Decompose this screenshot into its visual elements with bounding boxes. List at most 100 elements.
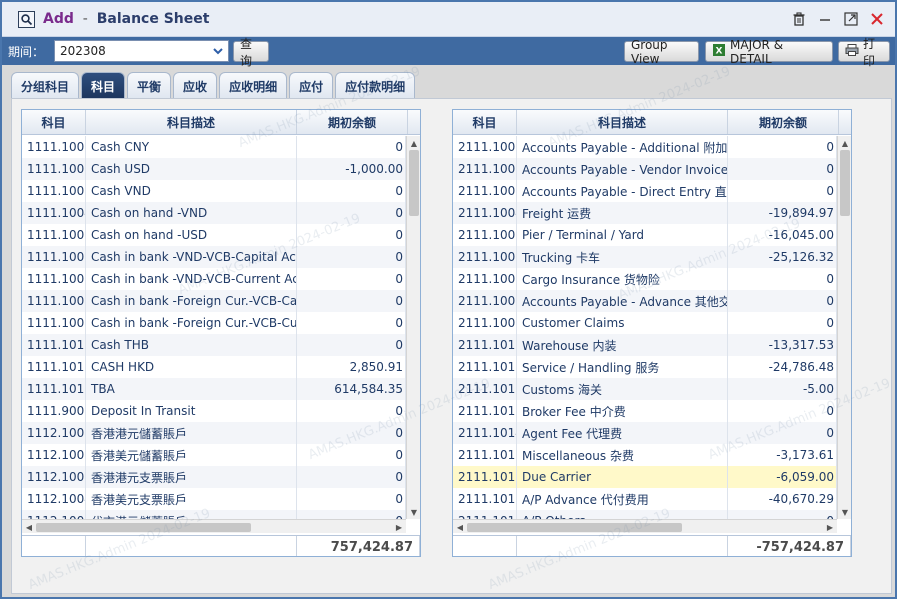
table-row[interactable]: 2111.1004 Freight 运费 -19,894.97 xyxy=(453,202,837,224)
trash-icon[interactable] xyxy=(791,11,807,27)
table-row[interactable]: 1111.1010 Cash THB 0 xyxy=(22,334,406,356)
grid-header: 科目 科目描述 期初余额 xyxy=(453,110,851,135)
table-row[interactable]: 2111.1008 Accounts Payable - Advance 其他交易… xyxy=(453,290,837,312)
scroll-thumb[interactable] xyxy=(467,523,682,532)
tab-payable-detail[interactable]: 应付款明细 xyxy=(335,72,416,99)
title-bar: Add - Balance Sheet xyxy=(2,2,895,37)
horizontal-scrollbar[interactable]: ◀ ▶ xyxy=(22,519,406,533)
account-description-cell: Warehouse 内装 xyxy=(517,334,728,356)
scroll-left-arrow[interactable]: ◀ xyxy=(23,520,35,534)
table-row[interactable]: 2111.1012 Customs 海关 -5.00 xyxy=(453,378,837,400)
opening-balance-cell: -1,000.00 xyxy=(297,158,406,180)
print-button[interactable]: 打印 xyxy=(838,37,890,68)
table-row[interactable]: 1111.1003 Cash VND 0 xyxy=(22,180,406,202)
column-header-account[interactable]: 科目 xyxy=(453,110,517,134)
table-row[interactable]: 1111.1012 TBA 614,584.35 xyxy=(22,378,406,400)
table-row[interactable]: 2111.1005 Pier / Terminal / Yard -16,045.0… xyxy=(453,224,837,246)
account-code-cell: 1111.1001 xyxy=(22,136,86,158)
vertical-scrollbar[interactable]: ▲ ▼ xyxy=(406,136,420,519)
account-code-cell: 1111.1009 xyxy=(22,312,86,334)
tab-label: 应付 xyxy=(299,79,324,94)
maximize-icon[interactable] xyxy=(843,11,859,27)
scroll-right-arrow[interactable]: ▶ xyxy=(824,520,836,534)
opening-balance-cell: 0 xyxy=(297,202,406,224)
tab-label: 应收 xyxy=(183,79,208,94)
query-button[interactable]: 查询 xyxy=(233,37,269,68)
account-code-cell: 2111.1016 xyxy=(453,466,517,488)
account-description-cell: Pier / Terminal / Yard xyxy=(517,224,728,246)
scroll-right-arrow[interactable]: ▶ xyxy=(393,520,405,534)
opening-balance-cell: 0 xyxy=(728,136,837,158)
scroll-thumb[interactable] xyxy=(36,523,251,532)
search-icon xyxy=(18,10,35,28)
column-header-account[interactable]: 科目 xyxy=(22,110,86,134)
table-row[interactable]: 2111.1013 Broker Fee 中介费 0 xyxy=(453,400,837,422)
table-row[interactable]: 2111.1007 Cargo Insurance 货物险 0 xyxy=(453,268,837,290)
table-row[interactable]: 1112.1003 香港港元支票賬戶 0 xyxy=(22,466,406,488)
period-select[interactable]: 202308 xyxy=(54,40,229,62)
table-row[interactable]: 1111.1008 Cash in bank -Foreign Cur.-VCB-… xyxy=(22,290,406,312)
table-row[interactable]: 1112.1004 香港美元支票賬戶 0 xyxy=(22,488,406,510)
table-row[interactable]: 1111.9001 Deposit In Transit 0 xyxy=(22,400,406,422)
table-row[interactable]: 2111.1015 Miscellaneous 杂费 -3,173.61 xyxy=(453,444,837,466)
window-title: Add - Balance Sheet xyxy=(43,11,209,27)
tab-balance[interactable]: 平衡 xyxy=(127,72,172,99)
account-code-cell: 2111.1010 xyxy=(453,334,517,356)
table-row[interactable]: 1112.1005代市港元儲蓄賬戶0 xyxy=(22,510,406,519)
account-code-cell: 1112.1004 xyxy=(22,488,86,510)
scroll-thumb[interactable] xyxy=(840,150,850,216)
scroll-up-arrow[interactable]: ▲ xyxy=(407,137,420,149)
opening-balance-cell: -40,670.29 xyxy=(728,488,837,510)
major-detail-button[interactable]: X MAJOR & DETAIL xyxy=(705,38,833,66)
table-row[interactable]: 1111.1004 Cash on hand -VND 0 xyxy=(22,202,406,224)
table-row[interactable]: 1111.1005 Cash on hand -USD 0 xyxy=(22,224,406,246)
chevron-down-icon[interactable] xyxy=(210,43,226,59)
close-icon[interactable] xyxy=(869,11,885,27)
tab-group-account[interactable]: 分组科目 xyxy=(11,72,80,99)
table-row[interactable]: 1112.1001 香港港元儲蓄賬戶 0 xyxy=(22,422,406,444)
table-row[interactable]: 2111.1002 Accounts Payable - Vendor Invoi… xyxy=(453,158,837,180)
opening-balance-cell: 0 xyxy=(728,158,837,180)
account-code-cell: 2111.1014 xyxy=(453,422,517,444)
tab-payable[interactable]: 应付 xyxy=(289,72,334,99)
table-row[interactable]: 2111.1003 Accounts Payable - Direct Entry… xyxy=(453,180,837,202)
table-row[interactable]: 1111.1001 Cash CNY 0 xyxy=(22,136,406,158)
scroll-down-arrow[interactable]: ▼ xyxy=(838,506,851,518)
table-row[interactable]: 2111.1009 Customer Claims 0 xyxy=(453,312,837,334)
opening-balance-cell: 0 xyxy=(728,180,837,202)
table-row[interactable]: 2111.1014 Agent Fee 代理费 0 xyxy=(453,422,837,444)
vertical-scrollbar[interactable]: ▲ ▼ xyxy=(837,136,851,519)
account-code-cell: 2111.1005 xyxy=(453,224,517,246)
table-row[interactable]: 2111.1001 Accounts Payable - Additional 附… xyxy=(453,136,837,158)
account-code-cell: 1112.1002 xyxy=(22,444,86,466)
table-row[interactable]: 2111.1011 Service / Handling 服务 -24,786.48 xyxy=(453,356,837,378)
table-row[interactable]: 1111.1011 CASH HKD 2,850.91 xyxy=(22,356,406,378)
table-row[interactable]: 2111.1018A/P Others0 xyxy=(453,510,837,519)
table-row[interactable]: 2111.1006 Trucking 卡车 -25,126.32 xyxy=(453,246,837,268)
scroll-left-arrow[interactable]: ◀ xyxy=(454,520,466,534)
column-header-opening-balance[interactable]: 期初余额 xyxy=(297,110,408,134)
account-code-cell: 1111.1004 xyxy=(22,202,86,224)
table-row[interactable]: 1112.1002 香港美元儲蓄賬戶 0 xyxy=(22,444,406,466)
scroll-down-arrow[interactable]: ▼ xyxy=(407,506,420,518)
group-view-button[interactable]: Group View xyxy=(624,38,699,66)
table-row[interactable]: 2111.1017 A/P Advance 代付费用 -40,670.29 xyxy=(453,488,837,510)
column-header-opening-balance[interactable]: 期初余额 xyxy=(728,110,839,134)
opening-balance-cell: 0 xyxy=(297,488,406,510)
scroll-thumb[interactable] xyxy=(409,150,419,216)
table-row[interactable]: 1111.1002 Cash USD -1,000.00 xyxy=(22,158,406,180)
scroll-up-arrow[interactable]: ▲ xyxy=(838,137,851,149)
minimize-icon[interactable] xyxy=(817,11,833,27)
tab-receivable[interactable]: 应收 xyxy=(173,72,218,99)
opening-balance-cell: 0 xyxy=(728,400,837,422)
table-row[interactable]: 1111.1006 Cash in bank -VND-VCB-Capital A… xyxy=(22,246,406,268)
table-row[interactable]: 1111.1007 Cash in bank -VND-VCB-Current A… xyxy=(22,268,406,290)
column-header-description[interactable]: 科目描述 xyxy=(86,110,297,134)
tab-account[interactable]: 科目 xyxy=(81,72,126,99)
table-row[interactable]: 2111.1010 Warehouse 内装 -13,317.53 xyxy=(453,334,837,356)
column-header-description[interactable]: 科目描述 xyxy=(517,110,728,134)
table-row[interactable]: 1111.1009 Cash in bank -Foreign Cur.-VCB-… xyxy=(22,312,406,334)
table-row[interactable]: 2111.1016 Due Carrier -6,059.00 xyxy=(453,466,837,488)
tab-receivable-detail[interactable]: 应收明细 xyxy=(219,72,288,99)
horizontal-scrollbar[interactable]: ◀ ▶ xyxy=(453,519,837,533)
